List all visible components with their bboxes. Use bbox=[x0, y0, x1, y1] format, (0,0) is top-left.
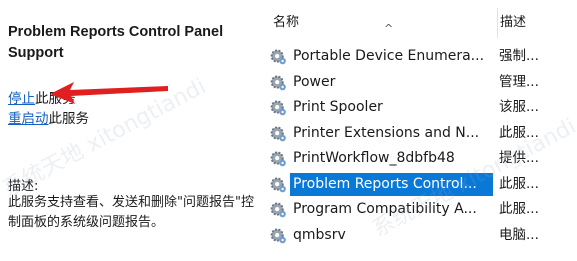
restart-action-suffix: 此服务 bbox=[48, 111, 90, 127]
service-gear-icon bbox=[270, 150, 288, 168]
service-row[interactable]: Printer Extensions and N... 此服... bbox=[262, 121, 577, 146]
service-name: Power bbox=[293, 73, 336, 90]
service-row[interactable]: qmbsrv 电脑... bbox=[262, 223, 577, 248]
service-gear-icon bbox=[270, 201, 288, 219]
service-name: PrintWorkflow_8dbfb48 bbox=[293, 150, 455, 166]
column-header-name-label: 名称 bbox=[273, 15, 300, 30]
stop-service-link[interactable]: 停止 bbox=[8, 91, 35, 107]
service-gear-icon bbox=[270, 125, 288, 143]
service-row[interactable]: Program Compatibility A... 此服... bbox=[262, 197, 577, 222]
service-row[interactable]: Portable Device Enumera... 强制... bbox=[262, 44, 577, 69]
service-detail-panel: Problem Reports Control Panel Support 停止… bbox=[0, 0, 262, 261]
service-description: 此服... bbox=[499, 201, 539, 217]
column-header-description-label: 描述 bbox=[500, 15, 527, 30]
column-header-description[interactable]: 描述 bbox=[497, 8, 570, 38]
service-row[interactable]: Print Spooler 该服... bbox=[262, 95, 577, 120]
service-gear-icon bbox=[270, 176, 288, 194]
service-name: Portable Device Enumera... bbox=[293, 48, 485, 64]
service-description: 电脑... bbox=[499, 226, 539, 243]
description-label: 描述: bbox=[8, 179, 39, 194]
description-text: 此服务支持查看、发送和删除"问题报告"控制面板的系统级问题报告。 bbox=[8, 195, 254, 230]
services-list-panel: 名称 ^ 描述 Portable Device Enumera... 强制... P… bbox=[262, 0, 577, 261]
service-description: 该服... bbox=[499, 99, 539, 115]
service-name: Problem Reports Control... bbox=[290, 172, 493, 196]
service-name: qmbsrv bbox=[293, 226, 346, 243]
service-row[interactable]: Problem Reports Control... 此服... bbox=[262, 172, 577, 197]
service-gear-icon bbox=[270, 227, 288, 245]
service-gear-icon bbox=[270, 74, 288, 92]
service-name: Program Compatibility A... bbox=[293, 201, 477, 217]
service-row[interactable]: Power 管理... bbox=[262, 70, 577, 95]
service-description: 管理... bbox=[499, 73, 539, 90]
service-name: Print Spooler bbox=[293, 99, 383, 115]
service-gear-icon bbox=[270, 48, 288, 66]
service-row[interactable]: PrintWorkflow_8dbfb48 提供... bbox=[262, 146, 577, 171]
service-description: 此服... bbox=[499, 124, 539, 141]
column-header-name[interactable]: 名称 ^ bbox=[273, 8, 483, 38]
restart-service-link[interactable]: 重启动 bbox=[8, 111, 49, 127]
service-gear-icon bbox=[270, 99, 288, 117]
service-description: 强制... bbox=[499, 48, 539, 64]
service-title: Problem Reports Control Panel Support bbox=[8, 24, 224, 61]
service-name: Printer Extensions and N... bbox=[293, 124, 480, 141]
service-description: 此服... bbox=[499, 175, 539, 192]
service-description: 提供... bbox=[499, 150, 539, 166]
sort-caret-icon: ^ bbox=[384, 22, 394, 35]
red-arrow-annotation bbox=[50, 82, 168, 104]
restart-action-line: 重启动此服务 bbox=[8, 110, 89, 129]
